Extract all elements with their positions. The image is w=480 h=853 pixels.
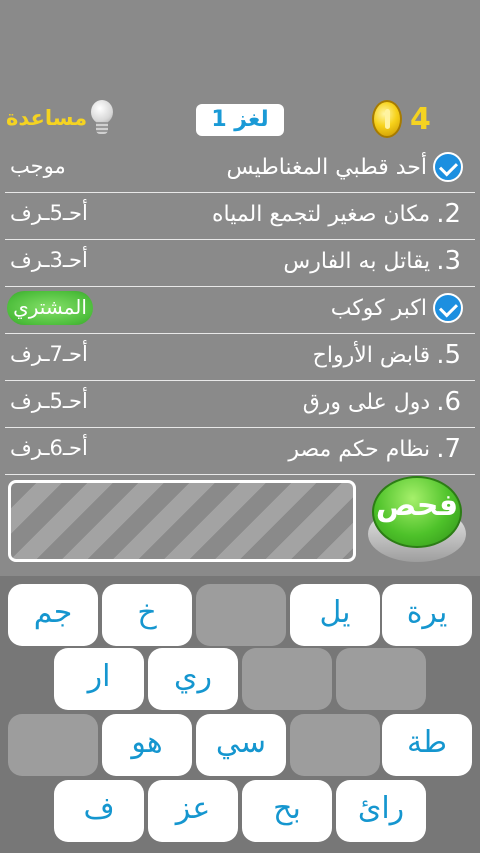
keyboard-key-empty <box>196 584 286 646</box>
clue-number: 6. <box>436 387 461 417</box>
letter-count-hint: أحـ7ـرف <box>10 342 88 366</box>
keyboard-key[interactable]: طة <box>382 714 472 776</box>
letter-count-hint: أحـ5ـرف <box>10 389 88 413</box>
clue-number: 3. <box>436 246 461 276</box>
solved-answer-badge: المشتري <box>7 291 93 325</box>
clue-list: أحد قطبي المغناطيس موجب 2. مكان صغير لتجمع … <box>0 146 480 475</box>
keyboard-key[interactable]: خ <box>102 584 192 646</box>
clue-label: مكان صغير لتجمع المياه <box>211 201 431 227</box>
keyboard-key-empty <box>242 648 332 710</box>
keyboard-key-empty <box>8 714 98 776</box>
clue-row[interactable]: 3. يقاتل به الفارس أحـ3ـرف <box>5 240 475 287</box>
letter-count-hint: أحـ6ـرف <box>10 436 88 460</box>
clue-number: 2. <box>436 199 461 229</box>
clue-label: اكبر كوكب <box>330 295 427 321</box>
check-icon <box>433 152 463 182</box>
puzzle-title: لغز 1 <box>196 104 284 136</box>
keyboard-key[interactable]: يرة <box>382 584 472 646</box>
check-icon <box>433 293 463 323</box>
clue-row[interactable]: 2. مكان صغير لتجمع المياه أحـ5ـرف <box>5 193 475 240</box>
help-button[interactable]: مساعدة <box>6 98 115 138</box>
clue-label: دول على ورق <box>302 389 431 415</box>
clue-label: قابض الأرواح <box>312 342 431 368</box>
lightbulb-icon <box>89 98 115 138</box>
clue-label: نظام حكم مصر <box>288 436 431 462</box>
clue-text: اكبر كوكب <box>331 293 467 323</box>
letter-count-hint: أحـ3ـرف <box>10 248 88 272</box>
clue-number: 5. <box>436 340 461 370</box>
clue-text: 5. قابض الأرواح <box>313 340 467 370</box>
clue-row[interactable]: 5. قابض الأرواح أحـ7ـرف <box>5 334 475 381</box>
keyboard-key[interactable]: ار <box>54 648 144 710</box>
keyboard-key[interactable]: رائ <box>336 780 426 842</box>
letter-count-hint: أحـ5ـرف <box>10 201 88 225</box>
header: 4 لغز 1 مساعدة <box>0 96 480 148</box>
keyboard-key[interactable]: ري <box>148 648 238 710</box>
clue-row[interactable]: 6. دول على ورق أحـ5ـرف <box>5 381 475 428</box>
coin-counter: 4 <box>372 100 431 138</box>
coin-count: 4 <box>410 101 431 137</box>
letter-keyboard: يرة يل خ جم ري ار طة سي هو رائ بح عز ف <box>0 576 480 853</box>
coin-icon <box>372 100 402 138</box>
clue-text: 6. دول على ورق <box>303 387 467 417</box>
keyboard-key[interactable]: جم <box>8 584 98 646</box>
keyboard-key[interactable]: هو <box>102 714 192 776</box>
help-label: مساعدة <box>6 106 88 130</box>
solved-answer: موجب <box>10 154 66 178</box>
check-button-label: فحص <box>375 488 459 523</box>
clue-text: 2. مكان صغير لتجمع المياه <box>212 199 467 229</box>
clue-label: يقاتل به الفارس <box>283 248 431 274</box>
answer-input-field[interactable] <box>8 480 356 562</box>
clue-text: 3. يقاتل به الفارس <box>283 246 467 276</box>
clue-row[interactable]: اكبر كوكب المشتري <box>5 287 475 334</box>
keyboard-key-empty <box>336 648 426 710</box>
clue-number: 7. <box>436 434 461 464</box>
keyboard-key[interactable]: يل <box>290 584 380 646</box>
keyboard-key[interactable]: عز <box>148 780 238 842</box>
clue-label: أحد قطبي المغناطيس <box>226 154 427 180</box>
keyboard-key[interactable]: بح <box>242 780 332 842</box>
check-button[interactable]: فحص <box>368 476 466 562</box>
clue-text: أحد قطبي المغناطيس <box>227 152 467 182</box>
keyboard-key[interactable]: سي <box>196 714 286 776</box>
clue-row[interactable]: 7. نظام حكم مصر أحـ6ـرف <box>5 428 475 475</box>
keyboard-key-empty <box>290 714 380 776</box>
clue-row[interactable]: أحد قطبي المغناطيس موجب <box>5 146 475 193</box>
keyboard-key[interactable]: ف <box>54 780 144 842</box>
clue-text: 7. نظام حكم مصر <box>288 434 467 464</box>
